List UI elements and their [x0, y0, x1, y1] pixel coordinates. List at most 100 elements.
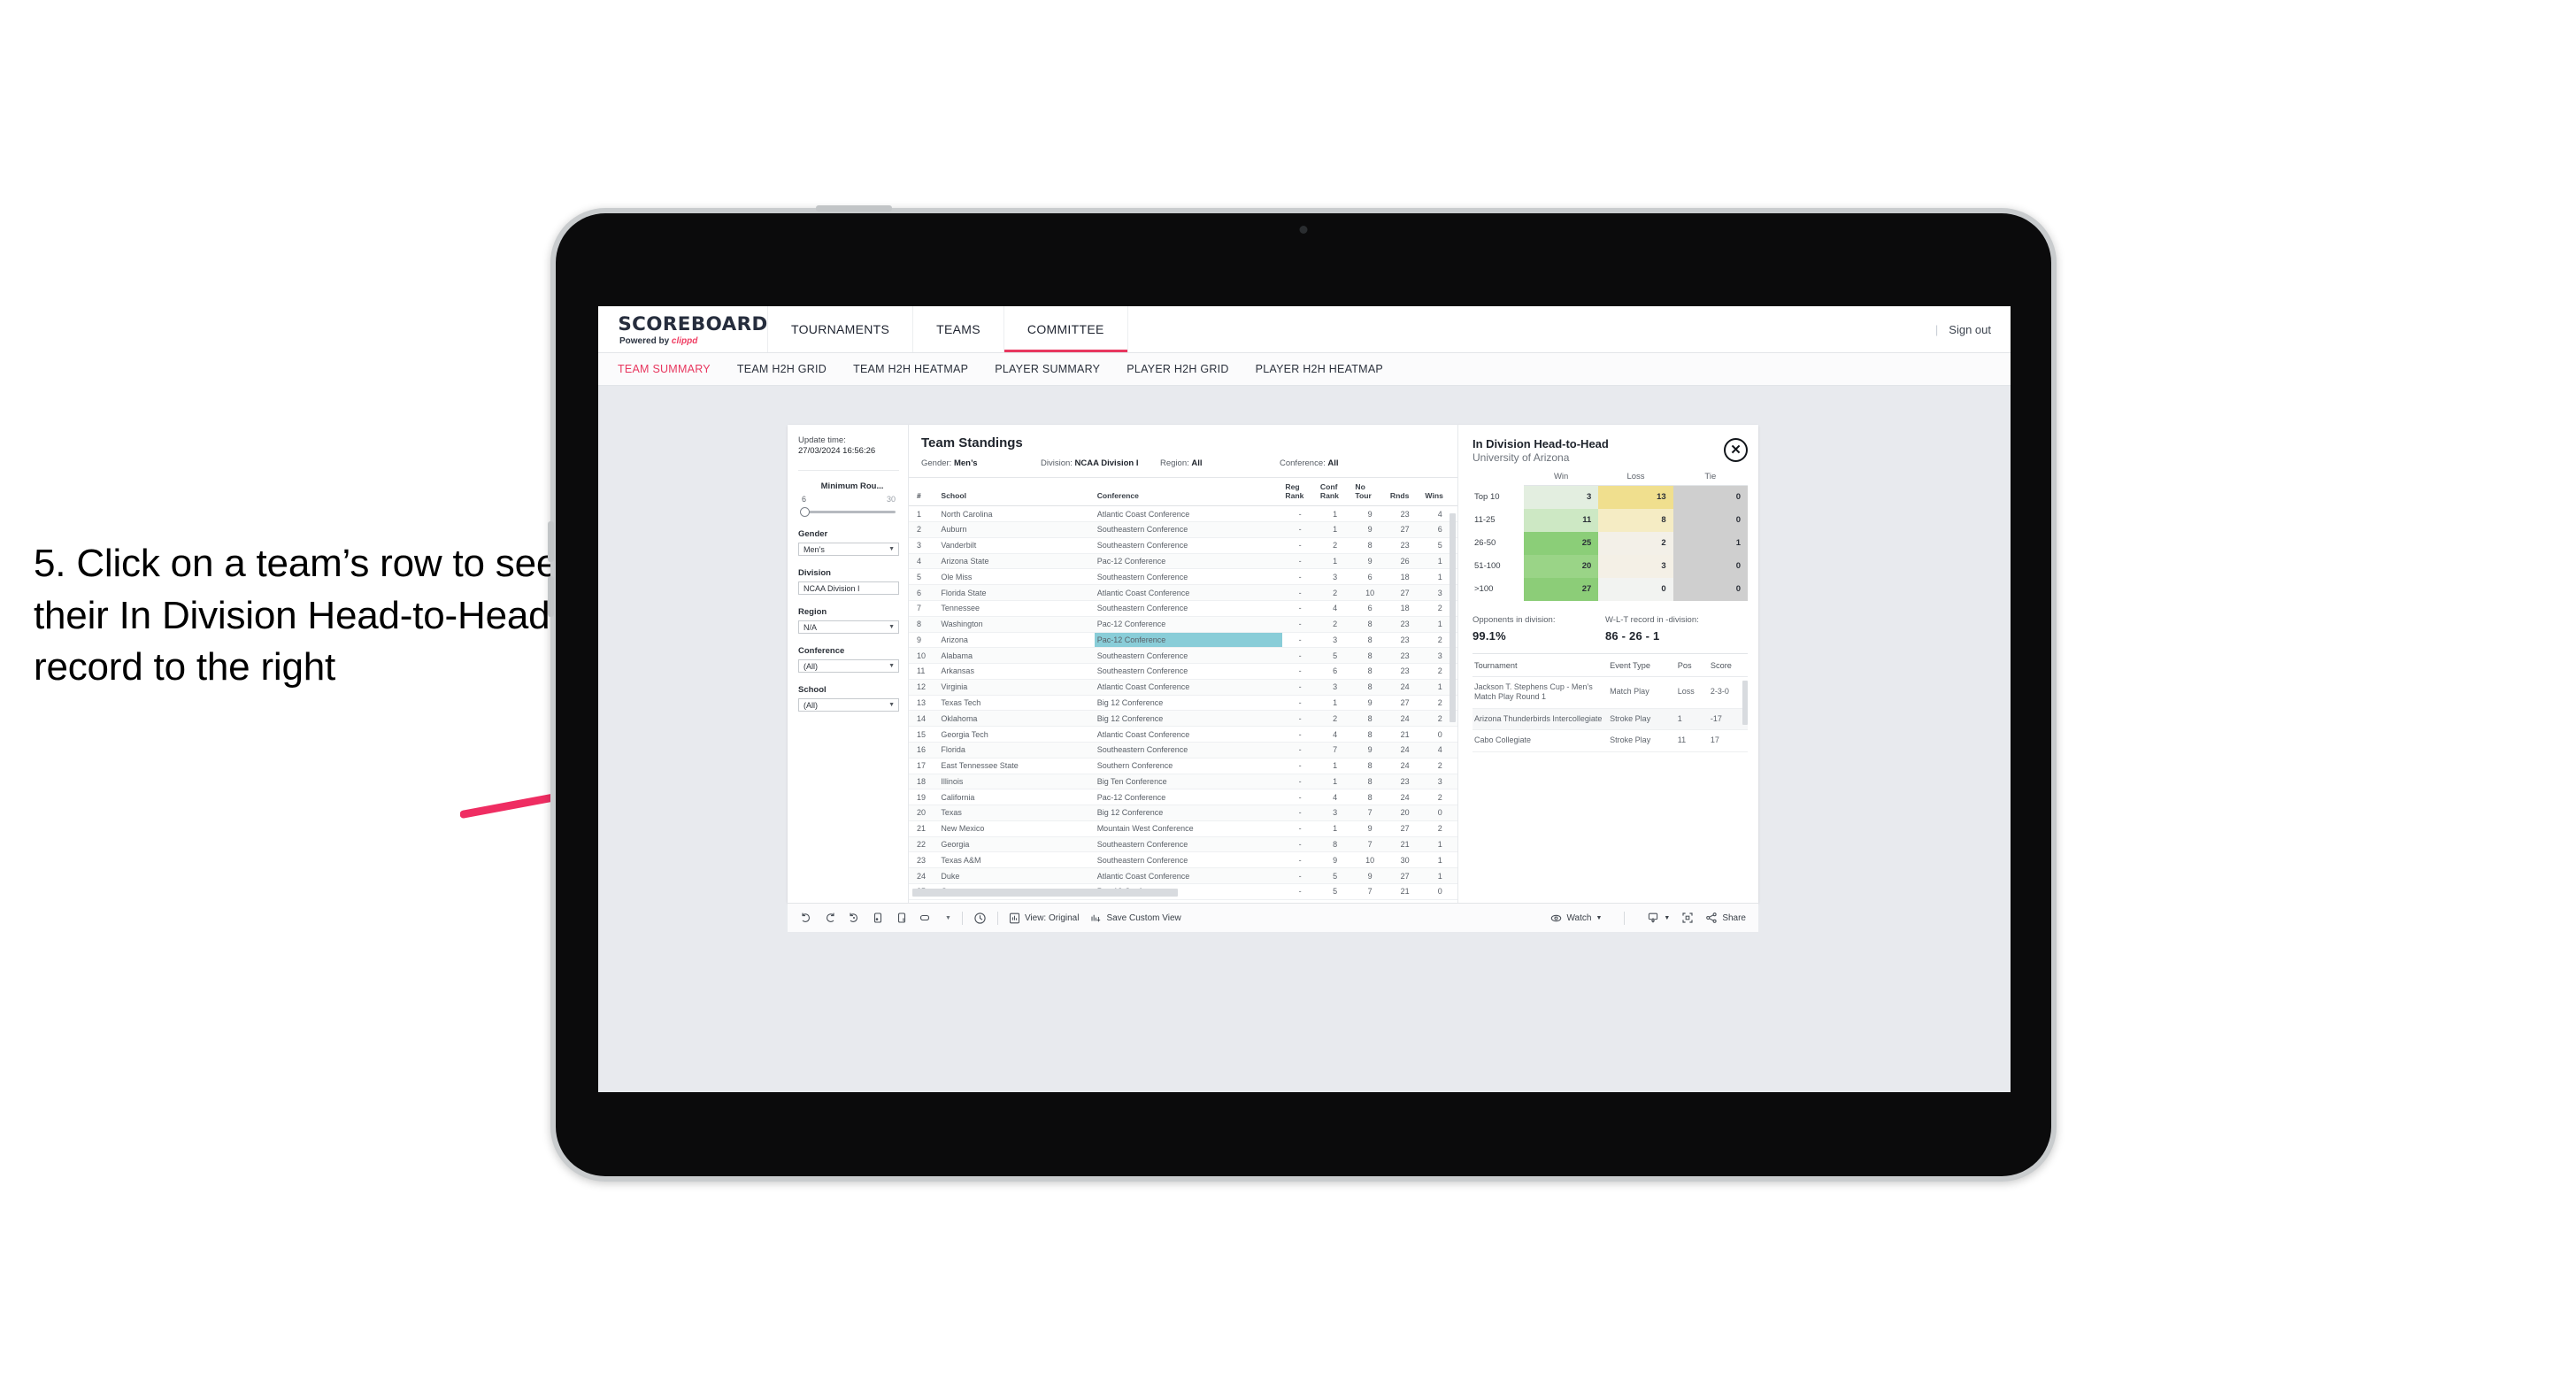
- cell-reg-rank[interactable]: -: [1282, 820, 1318, 837]
- cell-rank[interactable]: 14: [909, 710, 939, 728]
- cell-no-tour[interactable]: 9: [1352, 505, 1388, 523]
- heatmap-cell-win[interactable]: 3: [1524, 485, 1599, 509]
- cell-conf-rank[interactable]: 4: [1317, 726, 1353, 743]
- table-row[interactable]: 1 North Carolina Atlantic Coast Conference…: [909, 505, 1457, 523]
- cell-conf-rank[interactable]: 3: [1317, 632, 1353, 649]
- heatmap-cell-tie[interactable]: 0: [1672, 508, 1748, 532]
- col-score[interactable]: Score: [1708, 653, 1748, 677]
- table-row[interactable]: 21 New Mexico Mountain West Conference -1 9 2…: [909, 820, 1457, 837]
- col-tournament[interactable]: Tournament: [1473, 653, 1609, 677]
- cell-rank[interactable]: 23: [909, 851, 939, 869]
- cell-conf-rank[interactable]: 1: [1317, 505, 1353, 523]
- col-event-type[interactable]: Event Type: [1608, 653, 1676, 677]
- table-row[interactable]: 17 East Tennessee State Southern Conferenc…: [909, 758, 1457, 774]
- cell-no-tour[interactable]: 7: [1352, 883, 1388, 900]
- heatmap-cell-tie[interactable]: 0: [1672, 577, 1748, 601]
- cell-reg-rank[interactable]: -: [1282, 695, 1318, 712]
- standings-vertical-scrollbar[interactable]: [1449, 513, 1456, 722]
- volume-down-button[interactable]: [548, 576, 554, 617]
- cell-no-tour[interactable]: 6: [1352, 600, 1388, 617]
- table-row[interactable]: 22 Georgia Southeastern Conference -8 7 21 1: [909, 836, 1457, 853]
- cell-rank[interactable]: 9: [909, 632, 939, 649]
- cell-conf-rank[interactable]: 1: [1317, 553, 1353, 570]
- standings-horizontal-scrollbar[interactable]: [912, 888, 1178, 897]
- table-row[interactable]: 4 Arizona State Pac-12 Conference -1 9 26 1: [909, 553, 1457, 570]
- heatmap-cell-loss[interactable]: 2: [1598, 531, 1673, 555]
- tournament-vertical-scrollbar[interactable]: [1742, 680, 1748, 725]
- cell-school[interactable]: Tennessee: [938, 600, 1095, 617]
- cell-rnds[interactable]: 23: [1387, 616, 1423, 633]
- sign-out-link[interactable]: Sign out: [1949, 323, 1991, 336]
- cell-no-tour[interactable]: 10: [1352, 851, 1388, 869]
- cell-rank[interactable]: 20: [909, 805, 939, 821]
- cell-conf-rank[interactable]: 8: [1317, 836, 1353, 853]
- cell-rnds[interactable]: 27: [1387, 867, 1423, 884]
- redo-icon[interactable]: [824, 912, 836, 924]
- cell-school[interactable]: Georgia Tech: [938, 726, 1095, 743]
- table-row[interactable]: 8 Washington Pac-12 Conference -2 8 23 1: [909, 616, 1457, 633]
- cell-reg-rank[interactable]: -: [1282, 867, 1318, 884]
- cell-rank[interactable]: 24: [909, 867, 939, 884]
- table-row[interactable]: 24 Duke Atlantic Coast Conference -5 9 27 1: [909, 867, 1457, 884]
- cell-conference[interactable]: Atlantic Coast Conference: [1094, 679, 1283, 696]
- table-row[interactable]: 14 Oklahoma Big 12 Conference -2 8 24 2: [909, 710, 1457, 728]
- tournament-row[interactable]: Cabo Collegiate Stroke Play 11 17: [1473, 729, 1748, 752]
- cell-school[interactable]: Arizona State: [938, 553, 1095, 570]
- tab-team-h2h-grid[interactable]: TEAM H2H GRID: [737, 363, 827, 375]
- table-row[interactable]: 10 Alabama Southeastern Conference -5 8 23 3: [909, 647, 1457, 665]
- cell-reg-rank[interactable]: -: [1282, 758, 1318, 774]
- heatmap-cell-tie[interactable]: 0: [1672, 485, 1748, 509]
- cell-conference[interactable]: Mountain West Conference: [1094, 820, 1283, 837]
- cell-school[interactable]: Washington: [938, 616, 1095, 633]
- cell-wins[interactable]: 3: [1422, 774, 1457, 790]
- col-wins[interactable]: Wins: [1422, 478, 1457, 507]
- cell-conf-rank[interactable]: 3: [1317, 568, 1353, 586]
- min-rounds-slider[interactable]: [798, 506, 899, 517]
- cell-rank[interactable]: 2: [909, 521, 939, 538]
- cell-conference[interactable]: Atlantic Coast Conference: [1094, 584, 1283, 601]
- cell-rank[interactable]: 5: [909, 568, 939, 586]
- cell-no-tour[interactable]: 9: [1352, 820, 1388, 837]
- cell-wins[interactable]: 2: [1422, 820, 1457, 837]
- tournament-row[interactable]: Arizona Thunderbirds Intercollegiate Stro…: [1473, 708, 1748, 731]
- cell-reg-rank[interactable]: -: [1282, 537, 1318, 554]
- cell-no-tour[interactable]: 8: [1352, 789, 1388, 806]
- cell-no-tour[interactable]: 9: [1352, 553, 1388, 570]
- nav-item-committee[interactable]: COMMITTEE: [1003, 306, 1128, 352]
- col-reg-rank[interactable]: Reg Rank: [1282, 478, 1318, 507]
- cell-no-tour[interactable]: 9: [1352, 867, 1388, 884]
- cell-rnds[interactable]: 27: [1387, 820, 1423, 837]
- cell-reg-rank[interactable]: -: [1282, 505, 1318, 523]
- pause-updates-icon[interactable]: [896, 912, 908, 924]
- cell-no-tour[interactable]: 6: [1352, 568, 1388, 586]
- cell-no-tour[interactable]: 7: [1352, 805, 1388, 821]
- school-select[interactable]: (All) ▼: [798, 698, 899, 712]
- cell-conference[interactable]: Pac-12 Conference: [1094, 632, 1283, 649]
- cell-rnds[interactable]: 24: [1387, 742, 1423, 758]
- cell-conf-rank[interactable]: 5: [1317, 883, 1353, 900]
- brand-logo[interactable]: SCOREBOARD Powered by clippd: [598, 306, 768, 352]
- slider-knob[interactable]: [800, 507, 810, 517]
- table-row[interactable]: 23 Texas A&M Southeastern Conference -9 10 30…: [909, 851, 1457, 869]
- cell-conference[interactable]: Big Ten Conference: [1094, 774, 1283, 790]
- heatmap-cell-win[interactable]: 25: [1524, 531, 1599, 555]
- cell-conf-rank[interactable]: 2: [1317, 616, 1353, 633]
- view-original-button[interactable]: View: Original: [1009, 912, 1079, 924]
- cell-rnds[interactable]: 21: [1387, 836, 1423, 853]
- cell-school[interactable]: Auburn: [938, 521, 1095, 538]
- cell-conference[interactable]: Big 12 Conference: [1094, 695, 1283, 712]
- cell-no-tour[interactable]: 9: [1352, 742, 1388, 758]
- table-row[interactable]: 16 Florida Southeastern Conference -7 9 24 4: [909, 742, 1457, 758]
- col-no-tour[interactable]: No Tour: [1352, 478, 1388, 507]
- cell-rnds[interactable]: 23: [1387, 505, 1423, 523]
- cell-rank[interactable]: 10: [909, 647, 939, 665]
- table-row[interactable]: 12 Virginia Atlantic Coast Conference -3 8 24…: [909, 679, 1457, 696]
- cell-reg-rank[interactable]: -: [1282, 600, 1318, 617]
- heatmap-cell-loss[interactable]: 3: [1598, 554, 1673, 578]
- cell-no-tour[interactable]: 9: [1352, 521, 1388, 538]
- cell-conf-rank[interactable]: 1: [1317, 521, 1353, 538]
- cell-rnds[interactable]: 21: [1387, 726, 1423, 743]
- heatmap-cell-win[interactable]: 27: [1524, 577, 1599, 601]
- table-row[interactable]: 6 Florida State Atlantic Coast Conference -…: [909, 584, 1457, 601]
- cell-rnds[interactable]: 23: [1387, 537, 1423, 554]
